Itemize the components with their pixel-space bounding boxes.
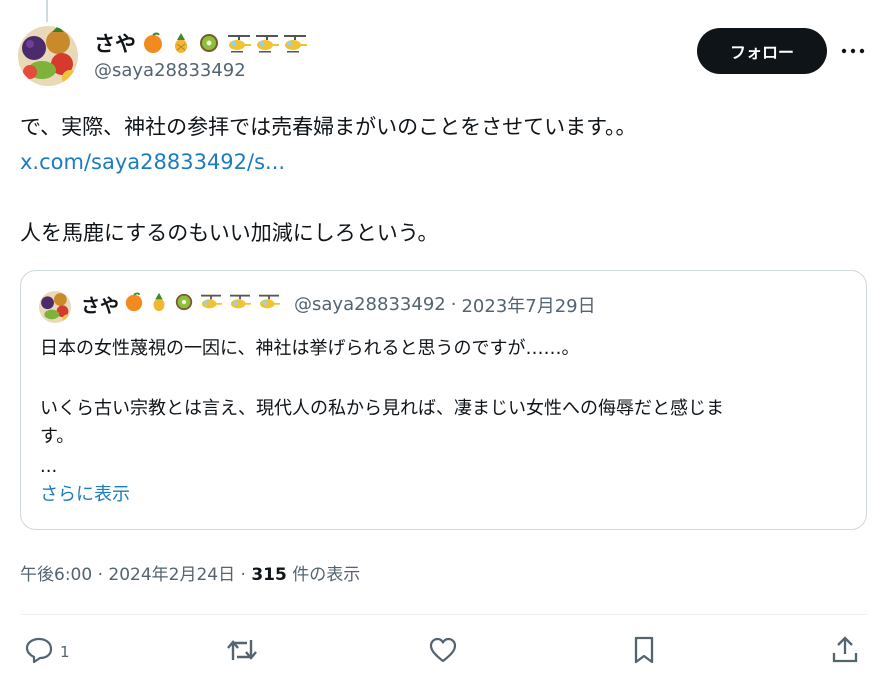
kiwi-icon	[198, 32, 220, 54]
post-meta: 午後6:00 · 2024年2月24日 · 315 件の表示	[20, 560, 360, 585]
more-options-icon[interactable]	[838, 38, 868, 64]
quoted-post-date: 2023年7月29日	[461, 295, 596, 317]
post-link[interactable]: x.com/saya28833492/s...	[20, 147, 285, 177]
view-count-label: 件の表示	[286, 565, 361, 585]
post-time[interactable]: 午後6:00	[20, 565, 92, 585]
repost-button[interactable]	[225, 636, 259, 668]
helicopter-icon	[254, 32, 279, 54]
quoted-author-name: さや	[81, 295, 120, 317]
meta-separator: ·	[235, 565, 252, 585]
view-count: 315	[251, 565, 287, 585]
helicopter-icon	[228, 292, 252, 317]
quoted-text-line: す。	[40, 426, 75, 447]
divider	[20, 614, 868, 615]
post-text-line: 人を馬鹿にするのもいい加減にしろという。	[20, 221, 439, 245]
helicopter-icon	[282, 32, 307, 54]
author-avatar[interactable]	[18, 26, 78, 86]
bookmark-button[interactable]	[631, 636, 657, 668]
orange-icon	[142, 32, 164, 54]
meta-separator: ·	[450, 294, 457, 315]
quoted-author-avatar	[39, 291, 71, 323]
post-text-line: で、実際、神社の参拝では売春婦まがいのことをさせています。。	[20, 115, 637, 139]
orange-icon	[124, 292, 144, 317]
quoted-text-line: いくら古い宗教とは言え、現代人の私から見れば、凄まじい女性への侮辱だと感じま	[40, 398, 724, 419]
repost-icon	[225, 636, 259, 668]
follow-button[interactable]: フォロー	[697, 28, 827, 74]
quoted-post-card[interactable]: さや @saya28833492 · 2023年7月29日 日本の女性蔑視の一因…	[20, 270, 867, 530]
helicopter-icon	[257, 292, 281, 317]
quoted-author-handle: @saya28833492	[294, 294, 446, 315]
reply-button[interactable]: 1	[24, 636, 70, 668]
author-name[interactable]: さや	[94, 28, 136, 58]
reply-count: 1	[60, 643, 70, 661]
author-name-row[interactable]: さや	[94, 28, 307, 58]
share-button[interactable]	[830, 636, 860, 668]
like-button[interactable]	[428, 636, 458, 668]
helicopter-icon	[199, 292, 223, 317]
quoted-post-header: さや @saya28833492 · 2023年7月29日	[81, 291, 596, 318]
post-date[interactable]: 2024年2月24日	[108, 565, 235, 585]
reply-icon	[24, 636, 54, 668]
quoted-text-ellipsis: ...	[40, 456, 58, 477]
author-handle[interactable]: @saya28833492	[94, 60, 246, 81]
heart-icon	[428, 636, 458, 668]
thread-connector-line	[46, 0, 48, 22]
share-icon	[830, 635, 860, 669]
show-more-link[interactable]: さらに表示	[40, 481, 130, 509]
quoted-text-line: 日本の女性蔑視の一因に、神社は挙げられると思うのですが……。	[40, 338, 580, 359]
pineapple-icon	[170, 32, 192, 54]
pineapple-icon	[149, 292, 169, 317]
bookmark-icon	[631, 635, 657, 669]
kiwi-icon	[174, 292, 194, 317]
meta-separator: ·	[92, 565, 109, 585]
helicopter-icon	[226, 32, 251, 54]
